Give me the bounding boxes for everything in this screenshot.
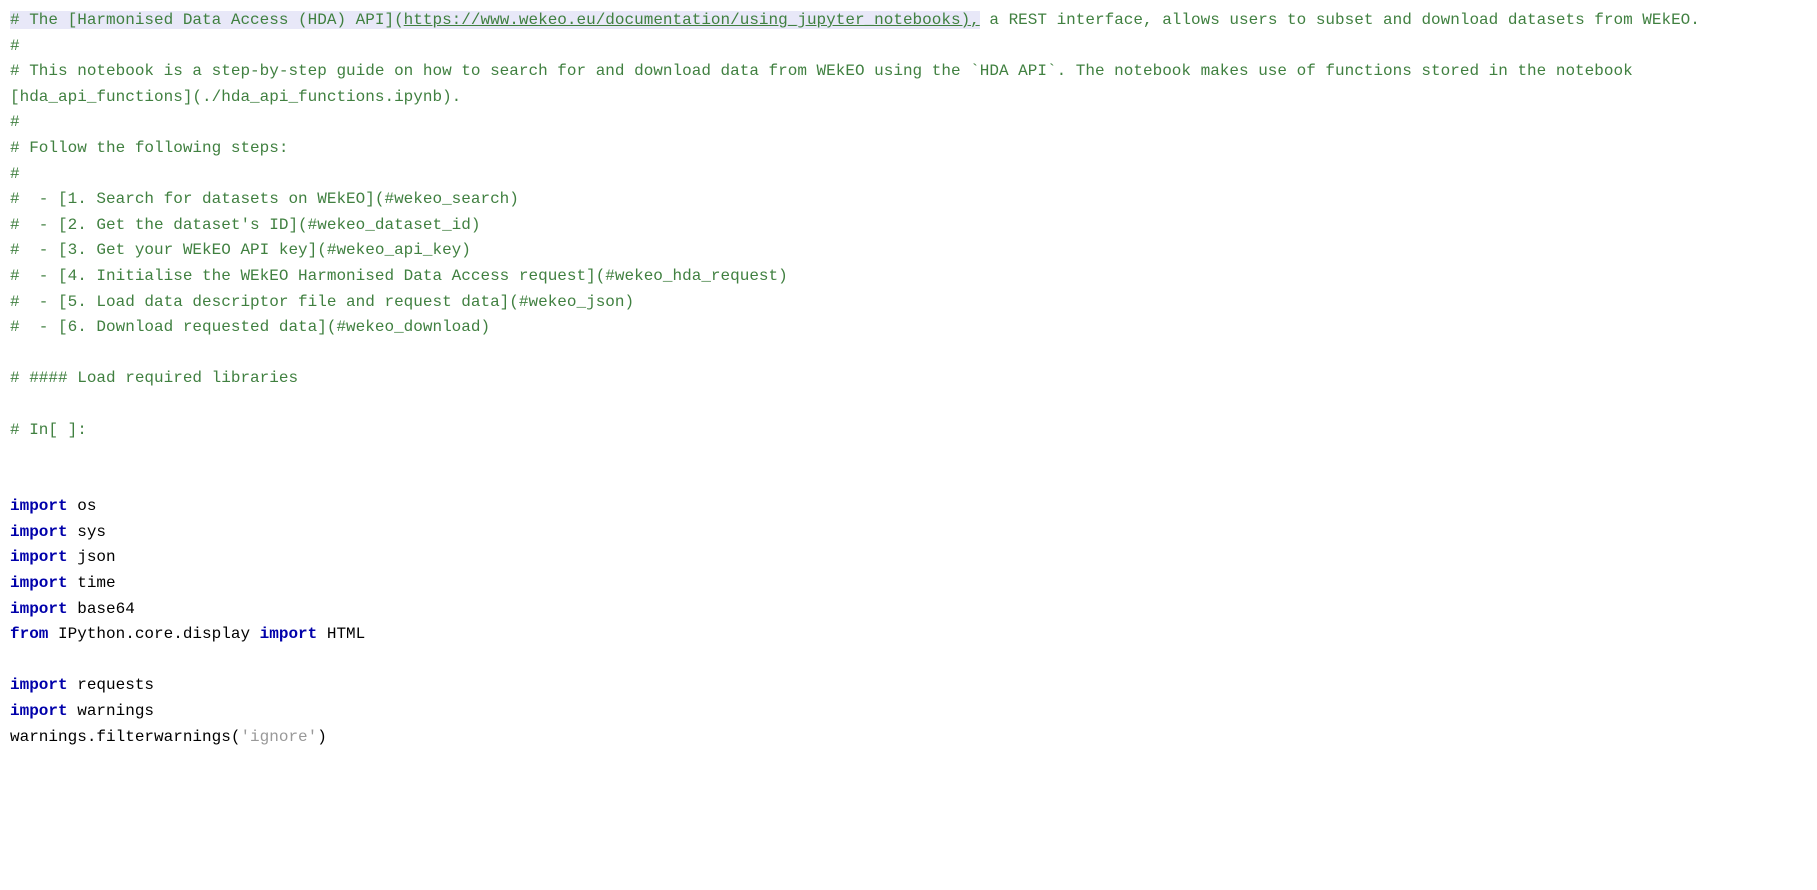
comment-empty-1: # bbox=[10, 37, 20, 55]
filterwarnings-call: warnings.filterwarnings( bbox=[10, 728, 240, 746]
comment-line-3: # This notebook is a step-by-step guide … bbox=[10, 62, 1642, 106]
import-keyword-2: import bbox=[10, 523, 68, 541]
import-keyword-8: import bbox=[10, 702, 68, 720]
comment-empty-3: # bbox=[10, 165, 20, 183]
import-keyword-7: import bbox=[10, 676, 68, 694]
comment-step-5: # - [5. Load data descriptor file and re… bbox=[10, 293, 634, 311]
import-html: HTML bbox=[317, 625, 365, 643]
comment-line-5: # Follow the following steps: bbox=[10, 139, 288, 157]
import-keyword-3: import bbox=[10, 548, 68, 566]
code-container: # The [Harmonised Data Access (HDA) API]… bbox=[0, 0, 1817, 758]
import-keyword-4: import bbox=[10, 574, 68, 592]
comment-step-6: # - [6. Download requested data](#wekeo_… bbox=[10, 318, 490, 336]
from-ipython: IPython.core.display bbox=[48, 625, 259, 643]
comment-load-libs: # #### Load required libraries bbox=[10, 369, 298, 387]
comment-text: # The [Harmonised Data Access (HDA) API]… bbox=[10, 11, 404, 29]
comment-in-cell: # In[ ]: bbox=[10, 421, 87, 439]
import-keyword-1: import bbox=[10, 497, 68, 515]
import-warnings: warnings bbox=[68, 702, 154, 720]
import-keyword-5: import bbox=[10, 600, 68, 618]
ignore-string: 'ignore' bbox=[240, 728, 317, 746]
import-json: json bbox=[68, 548, 116, 566]
comment-line-1: # The [Harmonised Data Access (HDA) API]… bbox=[10, 11, 980, 29]
close-paren: ) bbox=[317, 728, 327, 746]
import-base64: base64 bbox=[68, 600, 135, 618]
comment-empty-2: # bbox=[10, 113, 20, 131]
comment-step-4: # - [4. Initialise the WEkEO Harmonised … bbox=[10, 267, 788, 285]
hda-api-link[interactable]: https://www.wekeo.eu/documentation/using… bbox=[404, 11, 980, 29]
comment-line-1-suffix: a REST interface, allows users to subset… bbox=[980, 11, 1700, 29]
import-sys: sys bbox=[68, 523, 106, 541]
import-os: os bbox=[68, 497, 97, 515]
comment-step-2: # - [2. Get the dataset's ID](#wekeo_dat… bbox=[10, 216, 480, 234]
import-time: time bbox=[68, 574, 116, 592]
comment-step-3: # - [3. Get your WEkEO API key](#wekeo_a… bbox=[10, 241, 471, 259]
from-keyword: from bbox=[10, 625, 48, 643]
import-keyword-6: import bbox=[260, 625, 318, 643]
import-requests: requests bbox=[68, 676, 154, 694]
comment-step-1: # - [1. Search for datasets on WEkEO](#w… bbox=[10, 190, 519, 208]
